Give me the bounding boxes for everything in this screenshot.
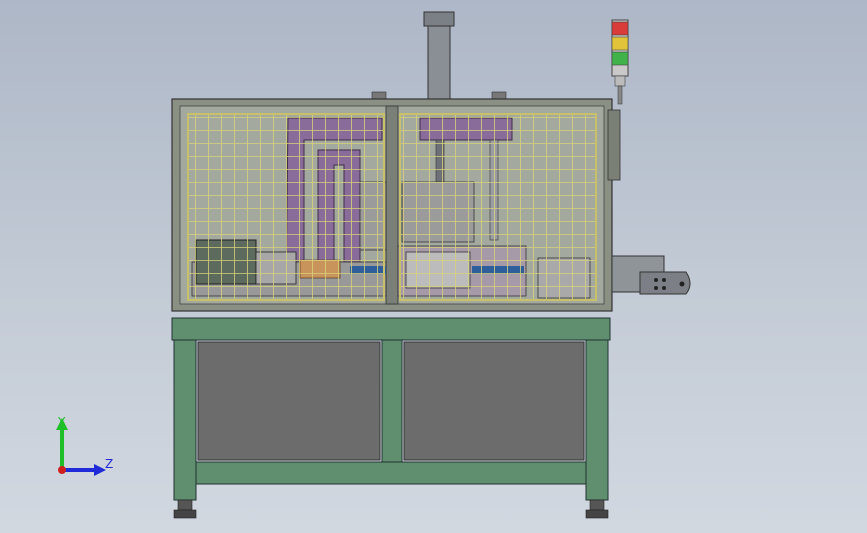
stack-light (611, 19, 629, 105)
side-conveyor (607, 109, 691, 295)
cad-viewport[interactable]: Y Z (0, 0, 867, 533)
base-table (171, 317, 611, 519)
top-cylinder (371, 11, 507, 101)
machine-model[interactable] (0, 0, 867, 533)
orientation-triad: Y Z (56, 415, 113, 476)
z-axis-label: Z (105, 457, 113, 471)
triad-origin (58, 466, 66, 474)
y-axis-label: Y (57, 415, 66, 429)
